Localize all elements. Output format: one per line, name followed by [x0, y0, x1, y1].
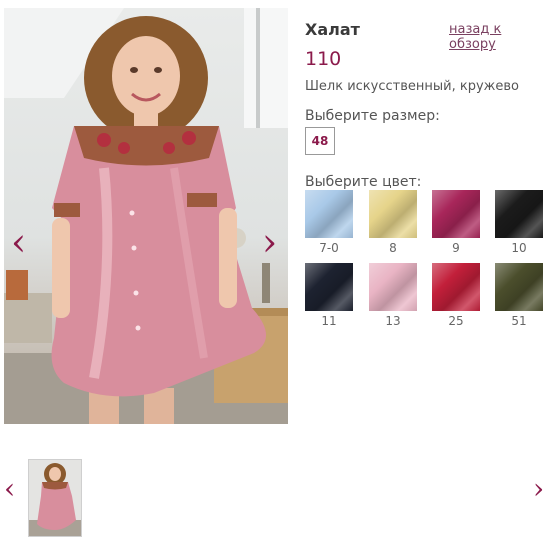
size-option-48[interactable]: 48: [305, 127, 335, 155]
prev-photo-arrow-icon[interactable]: ‹: [11, 222, 26, 262]
product-title: Халат: [305, 20, 360, 39]
color-swatch-51[interactable]: [495, 263, 543, 311]
color-code-label: 11: [321, 314, 337, 328]
color-code-label: 13: [385, 314, 401, 328]
color-code-label: 51: [511, 314, 527, 328]
thumbs-next-arrow-icon[interactable]: ›: [533, 474, 544, 504]
color-code-label: 9: [452, 241, 460, 255]
size-label: Выберите размер:: [305, 108, 440, 124]
color-swatch-13[interactable]: [369, 263, 417, 311]
thumbnail-image[interactable]: [28, 459, 82, 537]
product-price: 110: [305, 48, 342, 70]
color-code-label: 8: [389, 241, 397, 255]
color-code-label: 7-0: [319, 241, 339, 255]
color-label: Выберите цвет:: [305, 174, 422, 190]
color-swatch-11[interactable]: [305, 263, 353, 311]
product-photo: [4, 8, 288, 424]
color-swatch-7-0[interactable]: [305, 190, 353, 238]
next-photo-arrow-icon[interactable]: ›: [262, 222, 277, 262]
color-swatch-9[interactable]: [432, 190, 480, 238]
color-code-label: 10: [511, 241, 527, 255]
color-code-label: 25: [448, 314, 464, 328]
back-to-overview-link[interactable]: назад к обзору: [449, 22, 552, 52]
color-swatch-10[interactable]: [495, 190, 543, 238]
color-swatch-8[interactable]: [369, 190, 417, 238]
thumbs-prev-arrow-icon[interactable]: ‹: [4, 474, 15, 504]
product-material: Шелк искусственный, кружево: [305, 79, 519, 94]
color-swatch-25[interactable]: [432, 263, 480, 311]
